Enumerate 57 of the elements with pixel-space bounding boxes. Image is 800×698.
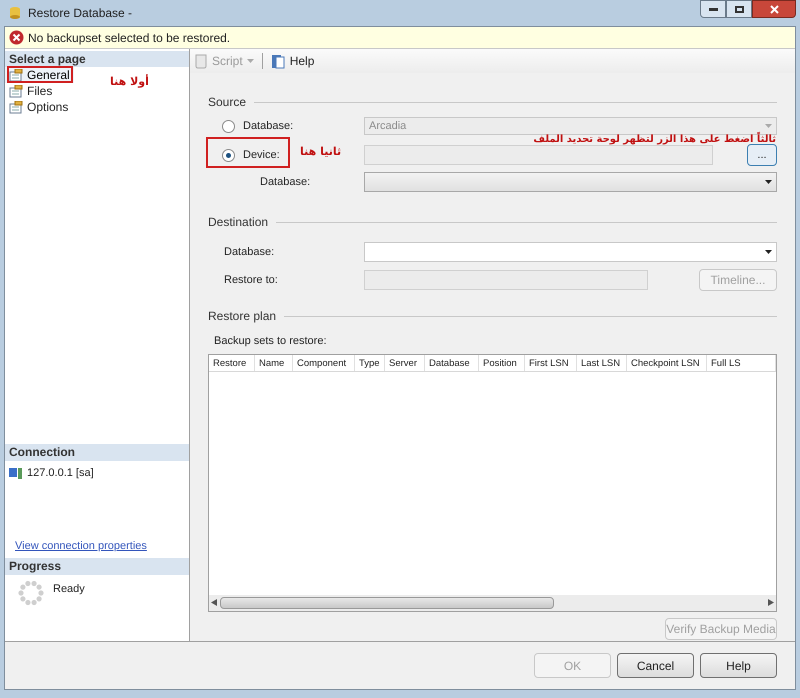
scroll-right-icon[interactable] bbox=[768, 599, 774, 606]
window-title: Restore Database - bbox=[28, 5, 132, 22]
minimize-button[interactable] bbox=[700, 0, 726, 18]
field-label: Database: bbox=[259, 174, 312, 190]
page-icon bbox=[9, 84, 23, 98]
panel-header: Connection bbox=[5, 444, 189, 461]
column-header[interactable]: Restore bbox=[209, 354, 255, 370]
column-header[interactable]: First LSN bbox=[525, 354, 577, 370]
toolbar-button[interactable]: Help bbox=[270, 52, 314, 70]
panel-header: Progress bbox=[5, 558, 189, 575]
page-icon bbox=[9, 68, 23, 82]
section-heading: Destination bbox=[208, 214, 268, 231]
page-item[interactable]: Options bbox=[5, 99, 72, 115]
close-button[interactable] bbox=[752, 0, 796, 18]
radio-label: Database: bbox=[243, 118, 294, 134]
error-icon bbox=[9, 30, 24, 45]
radio-label: Device: bbox=[243, 148, 280, 163]
connection-properties-link[interactable]: View connection properties bbox=[5, 538, 189, 554]
column-header[interactable]: Full LS bbox=[707, 354, 776, 370]
close-icon bbox=[770, 4, 778, 14]
section-heading: Source bbox=[208, 94, 246, 111]
dropdown-arrow-icon bbox=[765, 124, 772, 128]
column-header[interactable]: Server bbox=[385, 354, 425, 370]
highlight-frame bbox=[7, 66, 73, 83]
section-heading: Restore plan bbox=[208, 308, 276, 325]
annotation-text: ثانيا هنا bbox=[300, 144, 342, 160]
field-label: Restore to: bbox=[223, 272, 279, 288]
scroll-left-icon[interactable] bbox=[211, 599, 217, 606]
message-text: No backupset selected to be restored. bbox=[28, 30, 230, 46]
column-header[interactable]: Type bbox=[355, 354, 385, 370]
page-icon bbox=[9, 100, 23, 114]
horizontal-scrollbar[interactable] bbox=[209, 594, 776, 610]
column-header[interactable]: Position bbox=[479, 354, 525, 370]
dropdown-arrow-icon bbox=[765, 180, 772, 184]
server-name: 127.0.0.1 [sa] bbox=[27, 466, 94, 481]
spinner-icon bbox=[17, 579, 45, 607]
column-header[interactable]: Last LSN bbox=[577, 354, 627, 370]
server-icon bbox=[9, 466, 23, 480]
column-header[interactable]: Name bbox=[255, 354, 293, 370]
column-header[interactable]: Component bbox=[293, 354, 355, 370]
table-label: Backup sets to restore: bbox=[214, 334, 328, 349]
dialog-button[interactable]: Cancel bbox=[617, 653, 694, 678]
dialog-button[interactable]: Help bbox=[700, 653, 777, 678]
progress-status: Ready bbox=[53, 582, 85, 597]
caret-icon bbox=[246, 59, 254, 63]
column-header[interactable]: Checkpoint LSN bbox=[627, 354, 707, 370]
field-label: Database: bbox=[223, 244, 276, 260]
device-field[interactable] bbox=[364, 145, 713, 165]
browse-button[interactable]: ... bbox=[747, 144, 777, 166]
radio-button[interactable] bbox=[222, 148, 235, 162]
annotation-text: أولا هنا bbox=[110, 74, 149, 90]
column-header[interactable]: Database bbox=[425, 354, 479, 370]
panel-header: Select a page bbox=[5, 51, 189, 67]
maximize-button[interactable] bbox=[726, 0, 752, 18]
dropdown-arrow-icon bbox=[765, 250, 772, 254]
help-icon bbox=[270, 54, 286, 68]
page-item[interactable]: Files bbox=[5, 83, 56, 99]
